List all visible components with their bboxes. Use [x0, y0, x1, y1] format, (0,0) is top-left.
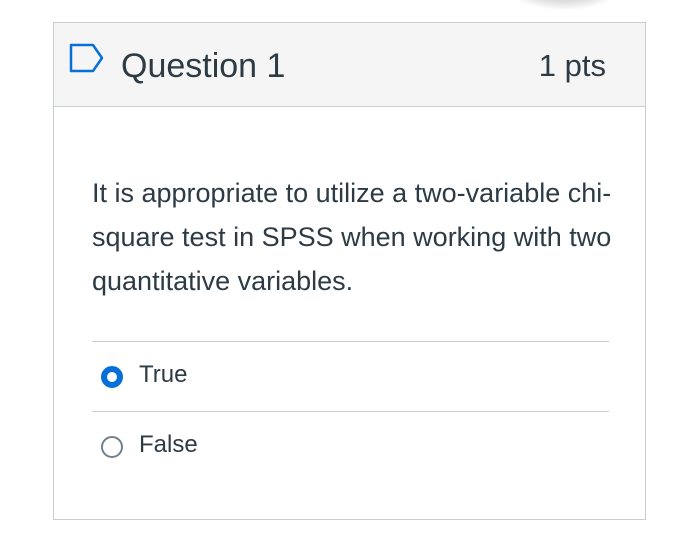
answer-list: True False [92, 341, 609, 481]
question-points: 1 pts [538, 48, 606, 83]
flag-icon[interactable] [69, 43, 105, 73]
answer-option-true[interactable]: True [92, 341, 609, 411]
shadow-decoration [505, 0, 623, 10]
question-card: Question 1 1 pts It is appropriate to ut… [53, 22, 646, 520]
question-text: It is appropriate to utilize a two-varia… [92, 178, 612, 296]
page: Question 1 1 pts It is appropriate to ut… [0, 0, 700, 547]
radio-unselected-icon[interactable] [101, 436, 123, 458]
radio-selected-icon[interactable] [101, 366, 123, 388]
question-title: Question 1 [121, 47, 286, 85]
answer-option-false[interactable]: False [92, 411, 609, 481]
question-header: Question 1 1 pts [54, 23, 645, 107]
answer-label: True [139, 361, 188, 388]
answer-label: False [139, 431, 198, 458]
